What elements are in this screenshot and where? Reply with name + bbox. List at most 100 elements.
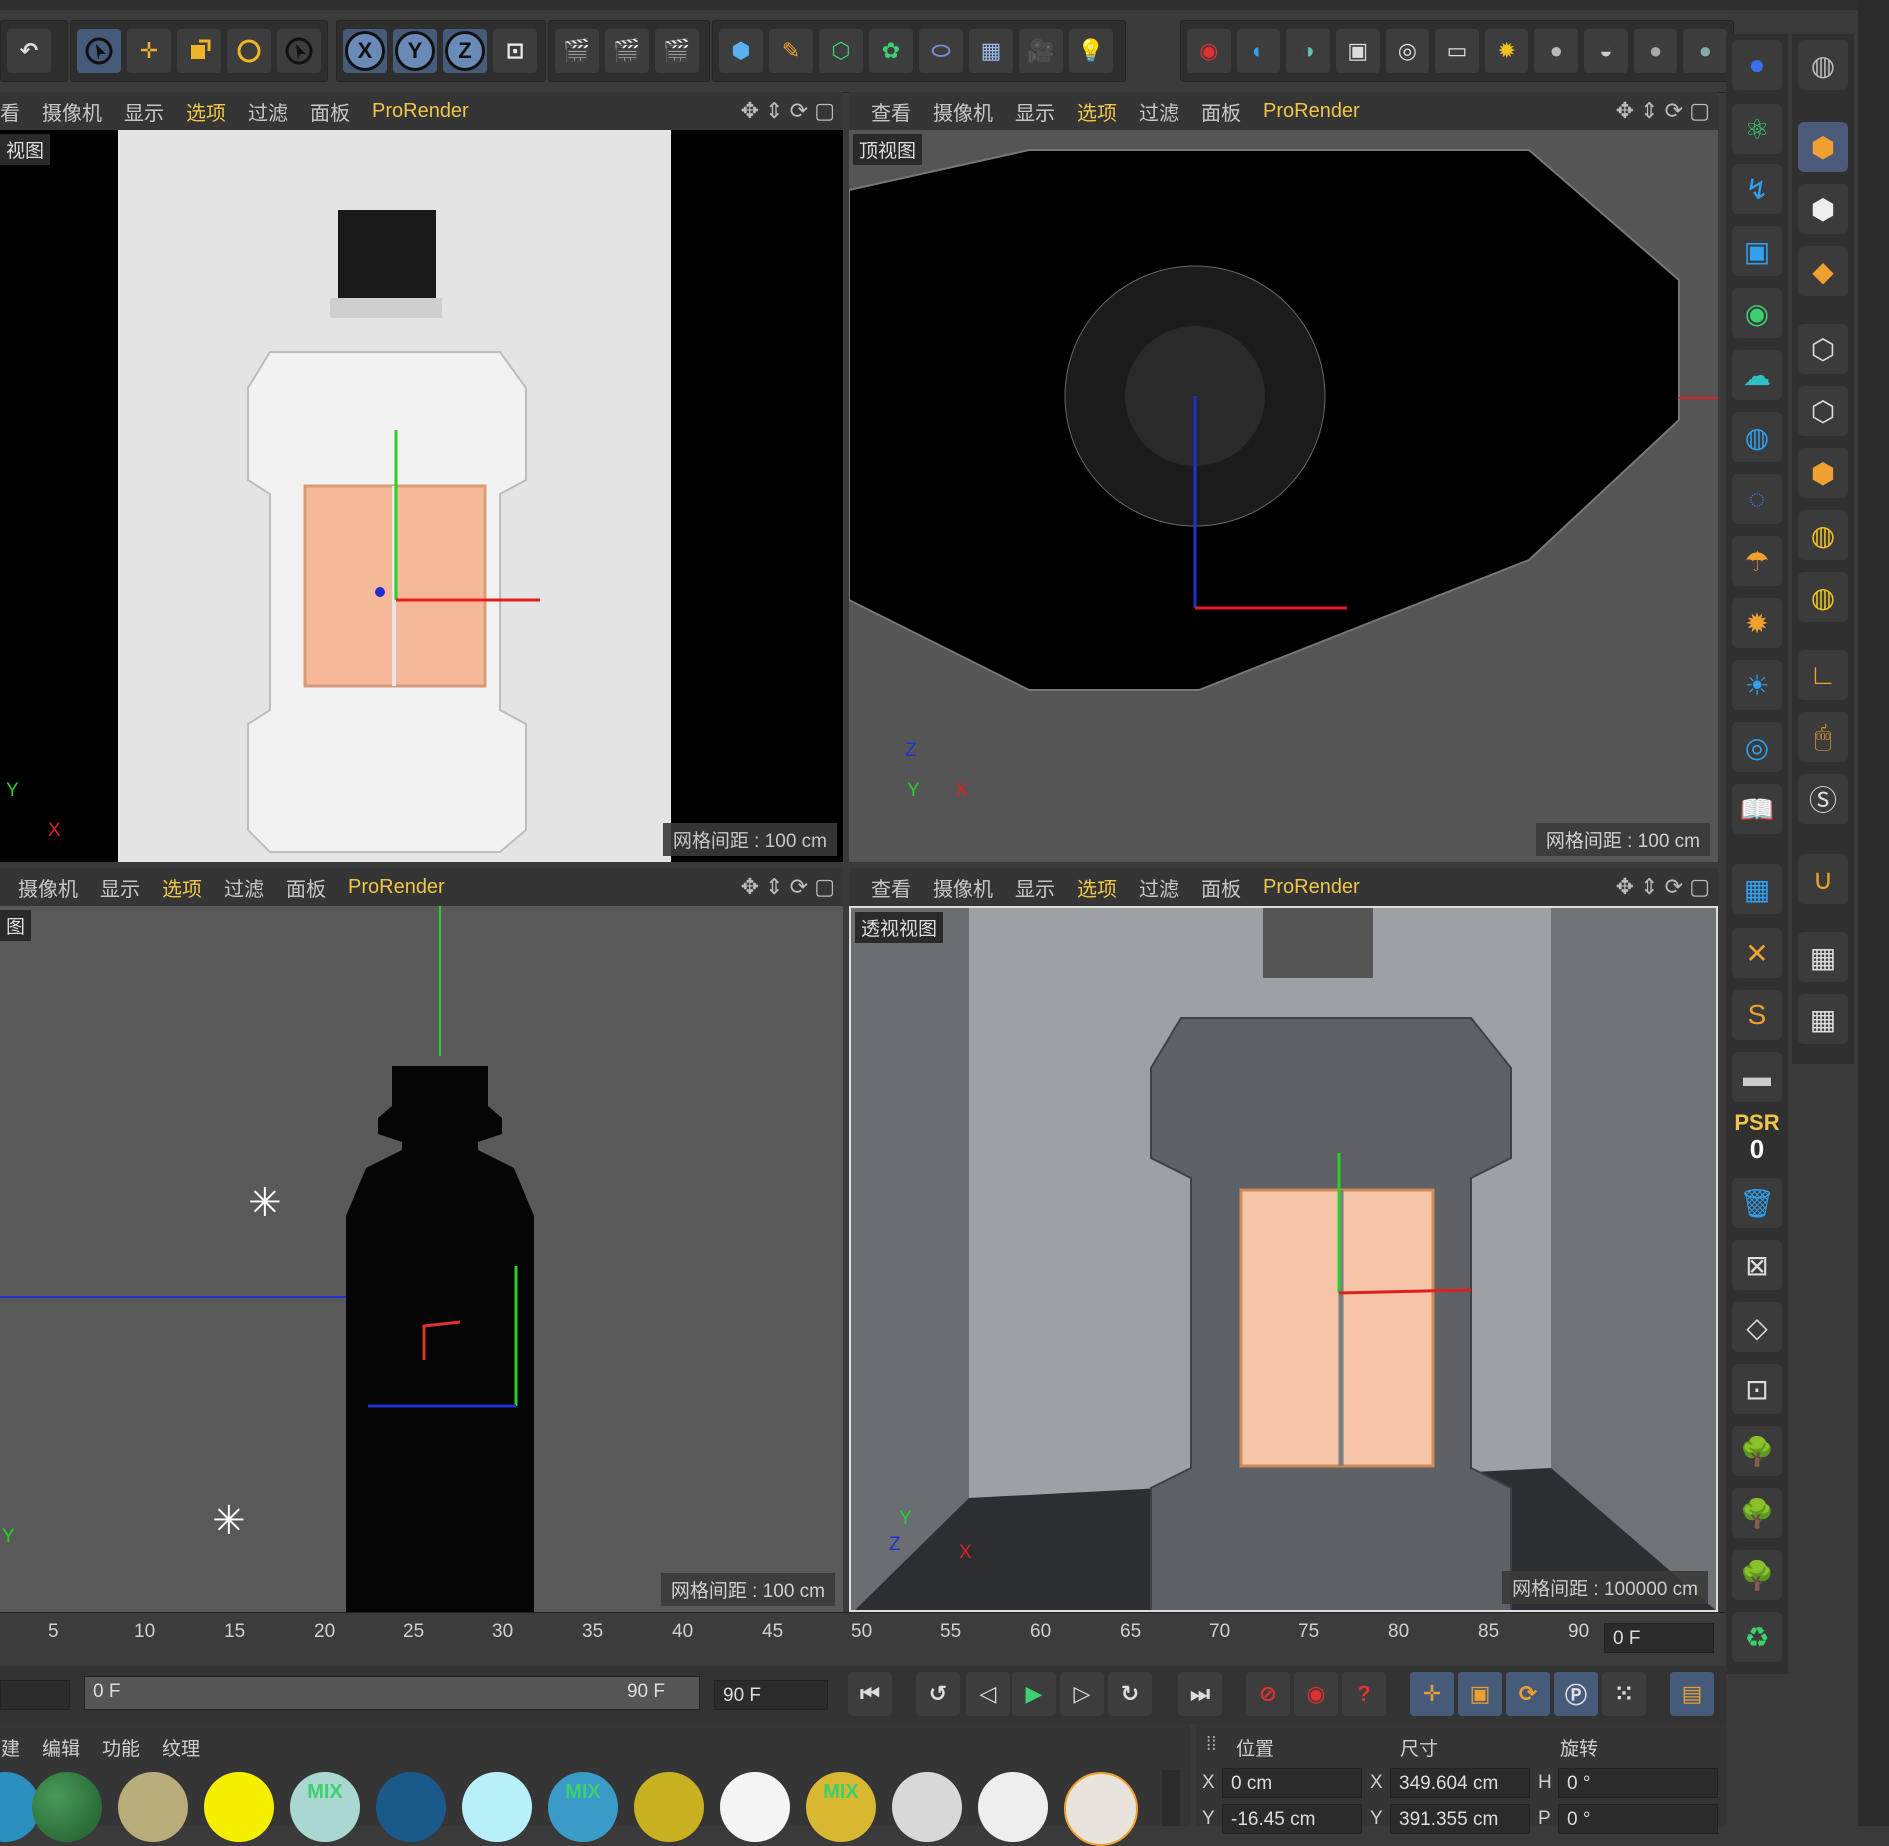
film-strip-icon[interactable]: ▤ (1670, 1672, 1714, 1716)
menu-create[interactable]: 创建 (0, 1734, 20, 1761)
go-to-end-icon[interactable]: ⏭ (1178, 1672, 1222, 1716)
material-swatch-selected[interactable] (1064, 1772, 1138, 1846)
previous-frame-icon[interactable]: ◁ (966, 1672, 1010, 1716)
camera-icon[interactable]: 🎥 (1019, 29, 1063, 73)
material-scrollbar[interactable] (1162, 1770, 1180, 1826)
octane-target-icon[interactable]: ◎ (1385, 29, 1430, 73)
menu-view[interactable]: 查看 (871, 873, 911, 902)
octane-glossy-icon[interactable]: ◑ (1286, 29, 1330, 73)
pos-x-field[interactable]: 0 cm (1222, 1768, 1362, 1798)
move-tool-icon[interactable]: ✛ (127, 29, 171, 73)
octane-specular-icon[interactable]: ● (1633, 29, 1678, 73)
menu-display[interactable]: 显示 (100, 873, 140, 902)
viewport-top-left[interactable]: 查看 摄像机 显示 选项 过滤 面板 ProRender ✥ ⇕ ⟳ ▢ Y X… (0, 92, 843, 862)
tree-icon-1[interactable]: 🌳 (1732, 1426, 1782, 1476)
floor-icon[interactable]: ▦ (969, 29, 1013, 73)
menu-camera[interactable]: 摄像机 (933, 873, 993, 902)
material-swatch[interactable] (462, 1772, 532, 1842)
material-swatch[interactable] (118, 1772, 188, 1842)
wire-cube-icon-1[interactable]: ⬡ (1798, 324, 1848, 374)
menu-filter[interactable]: 过滤 (224, 873, 264, 902)
menu-camera[interactable]: 摄像机 (18, 873, 78, 902)
menu-camera[interactable]: 摄像机 (933, 97, 993, 126)
menu-filter[interactable]: 过滤 (1139, 97, 1179, 126)
axis-corner-icon[interactable]: ∟ (1798, 650, 1848, 700)
menu-bar[interactable] (0, 0, 1889, 10)
octane-mix-icon[interactable]: ● (1683, 29, 1728, 73)
psr-value[interactable]: 0 (1730, 1134, 1784, 1165)
pos-y-field[interactable]: -16.45 cm (1222, 1804, 1362, 1834)
wire-cube-icon-2[interactable]: ⬡ (1798, 386, 1848, 436)
trash-icon[interactable]: 🗑 (1732, 1178, 1782, 1228)
menu-edit[interactable]: 编辑 (42, 1734, 80, 1761)
x-axis-lock-icon[interactable]: ⊠ (1732, 1240, 1782, 1290)
keyframe-help-icon[interactable]: ? (1342, 1672, 1386, 1716)
tree-icon-3[interactable]: 🌳 (1732, 1550, 1782, 1600)
record-keyframe-icon[interactable]: ⊘ (1246, 1672, 1290, 1716)
material-swatch[interactable] (720, 1772, 790, 1842)
recycle-icon[interactable]: ♻ (1732, 1612, 1782, 1662)
menu-view[interactable]: 查看 (0, 97, 20, 126)
material-swatch[interactable] (978, 1772, 1048, 1842)
lock-grid-icon[interactable]: ▦ (1798, 932, 1848, 982)
viewport-nav-icons[interactable]: ✥ ⇕ ⟳ ▢ (741, 874, 835, 900)
effector-icon[interactable]: ◉ (1732, 288, 1782, 338)
sun-object-icon[interactable]: ✹ (1732, 598, 1782, 648)
menu-filter[interactable]: 过滤 (1139, 873, 1179, 902)
octane-render-icon[interactable]: ◉ (1187, 29, 1231, 73)
viewport-perspective[interactable]: 查看 摄像机 显示 选项 过滤 面板 ProRender ✥ ⇕ ⟳ ▢ Y X… (849, 868, 1718, 1612)
end-frame-field[interactable]: 90 F (714, 1680, 828, 1710)
spline-wrap-icon[interactable]: ◌ (1732, 474, 1782, 524)
frame-start-field[interactable] (0, 1680, 70, 1710)
timeline-ruler[interactable]: 5 10 15 20 25 30 35 40 45 50 55 60 65 70… (0, 1612, 1726, 1667)
previous-key-icon[interactable]: ↺ (916, 1672, 960, 1716)
cylinder-grid-icon-2[interactable]: ◍ (1798, 572, 1848, 622)
frame-range-slider[interactable]: 0 F 90 F (84, 1676, 700, 1710)
next-frame-icon[interactable]: ▷ (1060, 1672, 1104, 1716)
octane-sphere-icon[interactable]: ● (1534, 29, 1579, 73)
material-swatch-mix[interactable]: MIX (806, 1772, 876, 1842)
plane-icon[interactable]: ◆ (1798, 246, 1848, 296)
y-axis-button[interactable]: Y (393, 29, 437, 73)
light-icon[interactable]: 💡 (1069, 29, 1113, 73)
s-circle-icon[interactable]: Ⓢ (1798, 774, 1848, 824)
menu-display[interactable]: 显示 (124, 97, 164, 126)
menu-panel[interactable]: 面板 (310, 97, 350, 126)
material-swatch-mix[interactable]: MIX (548, 1772, 618, 1842)
bend-icon[interactable]: ↯ (1732, 164, 1782, 214)
drag-handle-icon[interactable]: ⁞⁞ (1206, 1734, 1217, 1756)
volume-icon[interactable]: ☁ (1732, 350, 1782, 400)
octane-area-light-icon[interactable]: ▭ (1435, 29, 1479, 73)
current-frame-field[interactable]: 0 F (1604, 1623, 1714, 1653)
x-axis-button[interactable]: X (343, 29, 387, 73)
menu-camera[interactable]: 摄像机 (42, 97, 102, 126)
menu-prorender[interactable]: ProRender (348, 876, 445, 899)
pen-icon[interactable]: ✎ (769, 29, 813, 73)
cylinder-grid-icon[interactable]: ◍ (1798, 510, 1848, 560)
menu-options[interactable]: 选项 (186, 97, 226, 126)
menu-panel[interactable]: 面板 (1201, 97, 1241, 126)
explode-icon[interactable]: ✕ (1732, 928, 1782, 978)
mouse-icon[interactable]: 🖱 (1798, 712, 1848, 762)
viewport-nav-icons[interactable]: ✥ ⇕ ⟳ ▢ (741, 98, 835, 124)
menu-options[interactable]: 选项 (1077, 97, 1117, 126)
size-y-field[interactable]: 391.355 cm (1390, 1804, 1530, 1834)
rotate-tool-icon[interactable] (227, 29, 271, 73)
material-swatch-mix[interactable]: MIX (290, 1772, 360, 1842)
live-select-icon[interactable] (277, 29, 321, 73)
viewport-nav-icons[interactable]: ✥ ⇕ ⟳ ▢ (1616, 98, 1710, 124)
octane-half-sphere-icon[interactable]: ◒ (1584, 29, 1628, 73)
auto-keyframe-icon[interactable]: ◉ (1294, 1672, 1338, 1716)
menu-view[interactable]: 查看 (871, 97, 911, 126)
select-tool-icon[interactable] (77, 29, 121, 73)
menu-options[interactable]: 选项 (162, 873, 202, 902)
attribute-panel-edge[interactable] (1858, 0, 1889, 1826)
next-key-icon[interactable]: ↻ (1108, 1672, 1152, 1716)
play-icon[interactable]: ▶ (1012, 1672, 1056, 1716)
menu-panel[interactable]: 面板 (1201, 873, 1241, 902)
cloner-icon[interactable]: ✿ (869, 29, 913, 73)
menu-function[interactable]: 功能 (102, 1734, 140, 1761)
book-icon[interactable]: 📖 (1732, 784, 1782, 834)
material-swatch[interactable] (204, 1772, 274, 1842)
undo-button[interactable]: ↶ (7, 29, 51, 73)
